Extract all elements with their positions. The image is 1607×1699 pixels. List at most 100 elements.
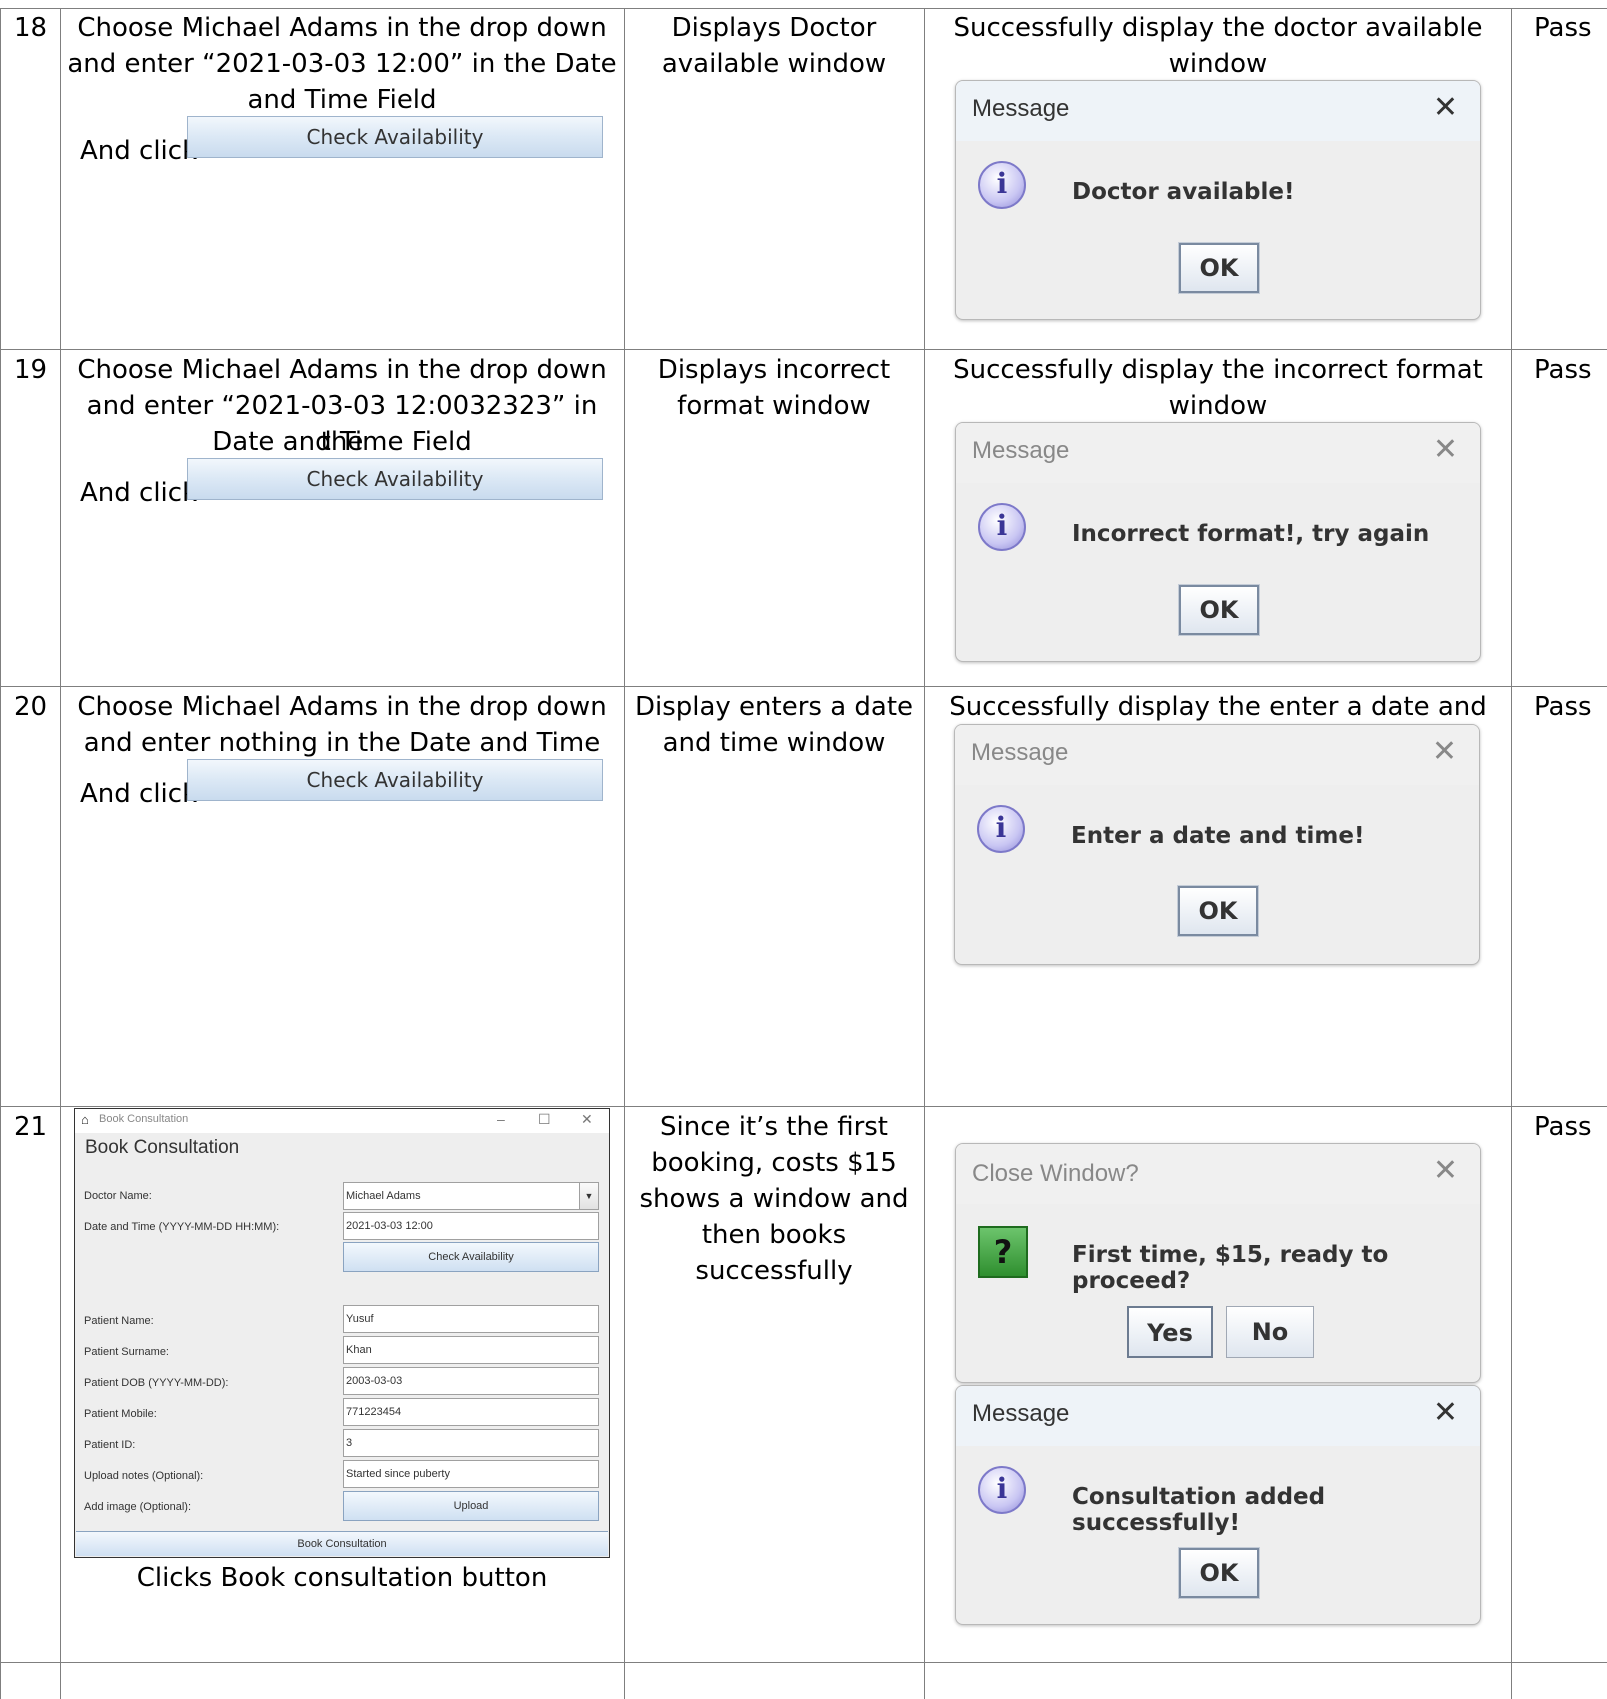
yes-button[interactable]: Yes	[1127, 1306, 1213, 1358]
doctor-name-value: Michael Adams	[346, 1190, 421, 1202]
confirm-dialog: Close Window? ✕ ? First time, $15, ready…	[955, 1143, 1481, 1383]
ok-button[interactable]: OK	[1177, 885, 1259, 937]
expected-line: booking, costs $15	[651, 1148, 897, 1178]
close-icon[interactable]: ✕	[1433, 435, 1458, 465]
steps-line: Choose Michael Adams in the drop down	[77, 13, 607, 43]
ok-button[interactable]: OK	[1178, 1547, 1260, 1599]
dialog-message: First time, $15, ready to proceed?	[1072, 1242, 1389, 1294]
dialog-title: Message	[971, 739, 1069, 766]
dialog-message: Enter a date and time!	[1071, 823, 1365, 849]
message-dialog: Message ✕ i Consultation added successfu…	[955, 1385, 1481, 1625]
upload-button[interactable]: Upload	[343, 1491, 599, 1521]
steps-line: and Time Field	[247, 85, 437, 115]
book-consultation-button[interactable]: Book Consultation	[76, 1531, 608, 1556]
doctor-name-label: Doctor Name:	[84, 1190, 152, 1202]
dialog-title: Message	[972, 95, 1070, 122]
add-image-label: Add image (Optional):	[84, 1501, 191, 1513]
dialog-message: Doctor available!	[1072, 179, 1295, 205]
expected-line: format window	[677, 391, 871, 421]
message-dialog: Message ✕ i Doctor available! OK	[955, 80, 1481, 320]
table-border-left	[0, 8, 1, 1699]
close-button[interactable]: ✕	[581, 1111, 593, 1128]
close-icon[interactable]: ✕	[1433, 1398, 1458, 1428]
steps-line: Date and Time Field	[212, 427, 472, 457]
result-label: Pass	[1534, 13, 1592, 43]
info-icon: i	[978, 1466, 1026, 1514]
patient-name-label: Patient Name:	[84, 1315, 154, 1327]
result-label: Pass	[1534, 1112, 1592, 1142]
table-border-top	[0, 8, 1607, 9]
steps-line: and enter “2021-03-03 12:00” in the Date	[67, 49, 617, 79]
table-col-divider	[924, 8, 925, 1699]
ok-button[interactable]: OK	[1178, 242, 1260, 294]
chevron-down-icon[interactable]: ▼	[579, 1183, 598, 1209]
close-icon[interactable]: ✕	[1433, 93, 1458, 123]
check-availability-button[interactable]: Check Availability	[187, 458, 603, 500]
row-number: 20	[14, 692, 48, 722]
doctor-name-dropdown[interactable]: Michael Adams ▼	[343, 1182, 599, 1210]
table-row-divider	[0, 1662, 1607, 1663]
actual-line: window	[1168, 49, 1268, 79]
upload-notes-input[interactable]: Started since puberty	[343, 1460, 599, 1488]
actual-line: Successfully display the doctor availabl…	[953, 13, 1483, 43]
patient-dob-label: Patient DOB (YYYY-MM-DD):	[84, 1377, 229, 1389]
steps-line: Choose Michael Adams in the drop down	[77, 355, 607, 385]
book-consultation-window: ⌂ Book Consultation – ☐ ✕ Book Consultat…	[74, 1108, 610, 1558]
message-dialog: Message ✕ i Enter a date and time! OK	[954, 724, 1480, 965]
maximize-button[interactable]: ☐	[538, 1111, 551, 1128]
check-availability-button[interactable]: Check Availability	[187, 759, 603, 801]
expected-line: Displays incorrect	[657, 355, 891, 385]
ok-button[interactable]: OK	[1178, 584, 1260, 636]
table-col-divider	[1511, 8, 1512, 1699]
patient-id-input[interactable]: 3	[343, 1429, 599, 1457]
patient-name-input[interactable]: Yusuf	[343, 1305, 599, 1333]
dialog-titlebar: Message ✕	[956, 81, 1480, 141]
patient-dob-input[interactable]: 2003-03-03	[343, 1367, 599, 1395]
dialog-titlebar: Close Window? ✕	[956, 1144, 1480, 1204]
expected-line: shows a window and	[639, 1184, 909, 1214]
steps-line: Choose Michael Adams in the drop down	[77, 692, 607, 722]
patient-surname-input[interactable]: Khan	[343, 1336, 599, 1364]
dialog-titlebar: Message ✕	[956, 1386, 1480, 1446]
window-title: Book Consultation	[99, 1113, 189, 1125]
dialog-title: Message	[972, 437, 1070, 464]
expected-line: then books	[701, 1220, 847, 1250]
patient-id-label: Patient ID:	[84, 1439, 136, 1451]
info-icon: i	[978, 161, 1026, 209]
dialog-title: Close Window?	[972, 1160, 1139, 1187]
question-icon: ?	[978, 1226, 1028, 1278]
patient-mobile-label: Patient Mobile:	[84, 1408, 157, 1420]
date-time-input[interactable]: 2021-03-03 12:00	[343, 1212, 599, 1240]
info-icon: i	[978, 503, 1026, 551]
home-icon: ⌂	[81, 1112, 89, 1127]
table-row-divider	[0, 686, 1607, 687]
window-heading: Book Consultation	[85, 1137, 240, 1158]
dialog-message: Incorrect format!, try again	[1072, 521, 1430, 547]
patient-mobile-input[interactable]: 771223454	[343, 1398, 599, 1426]
minimize-button[interactable]: –	[497, 1111, 505, 1127]
date-time-label: Date and Time (YYYY-MM-DD HH:MM):	[84, 1221, 280, 1233]
upload-notes-label: Upload notes (Optional):	[84, 1470, 204, 1482]
expected-line: successfully	[695, 1256, 853, 1286]
steps-caption: Clicks Book consultation button	[136, 1563, 548, 1593]
table-col-divider	[624, 8, 625, 1699]
close-icon[interactable]: ✕	[1432, 737, 1457, 767]
patient-surname-label: Patient Surname:	[84, 1346, 169, 1358]
expected-line: Since it’s the first	[660, 1112, 888, 1142]
close-icon[interactable]: ✕	[1433, 1156, 1458, 1186]
expected-line: available window	[661, 49, 887, 79]
row-number: 21	[14, 1112, 48, 1142]
and-click-label: And click	[80, 136, 198, 166]
check-availability-button[interactable]: Check Availability	[343, 1242, 599, 1272]
result-label: Pass	[1534, 355, 1592, 385]
actual-line: Successfully display the incorrect forma…	[953, 355, 1483, 385]
expected-line: Displays Doctor	[671, 13, 877, 43]
message-dialog: Message ✕ i Incorrect format!, try again…	[955, 422, 1481, 662]
expected-line: Display enters a date	[634, 692, 914, 722]
check-availability-button[interactable]: Check Availability	[187, 116, 603, 158]
actual-line: window	[1168, 391, 1268, 421]
no-button[interactable]: No	[1226, 1306, 1314, 1358]
and-click-label: And click	[80, 478, 198, 508]
expected-line: and time window	[662, 728, 886, 758]
row-number: 19	[14, 355, 48, 385]
